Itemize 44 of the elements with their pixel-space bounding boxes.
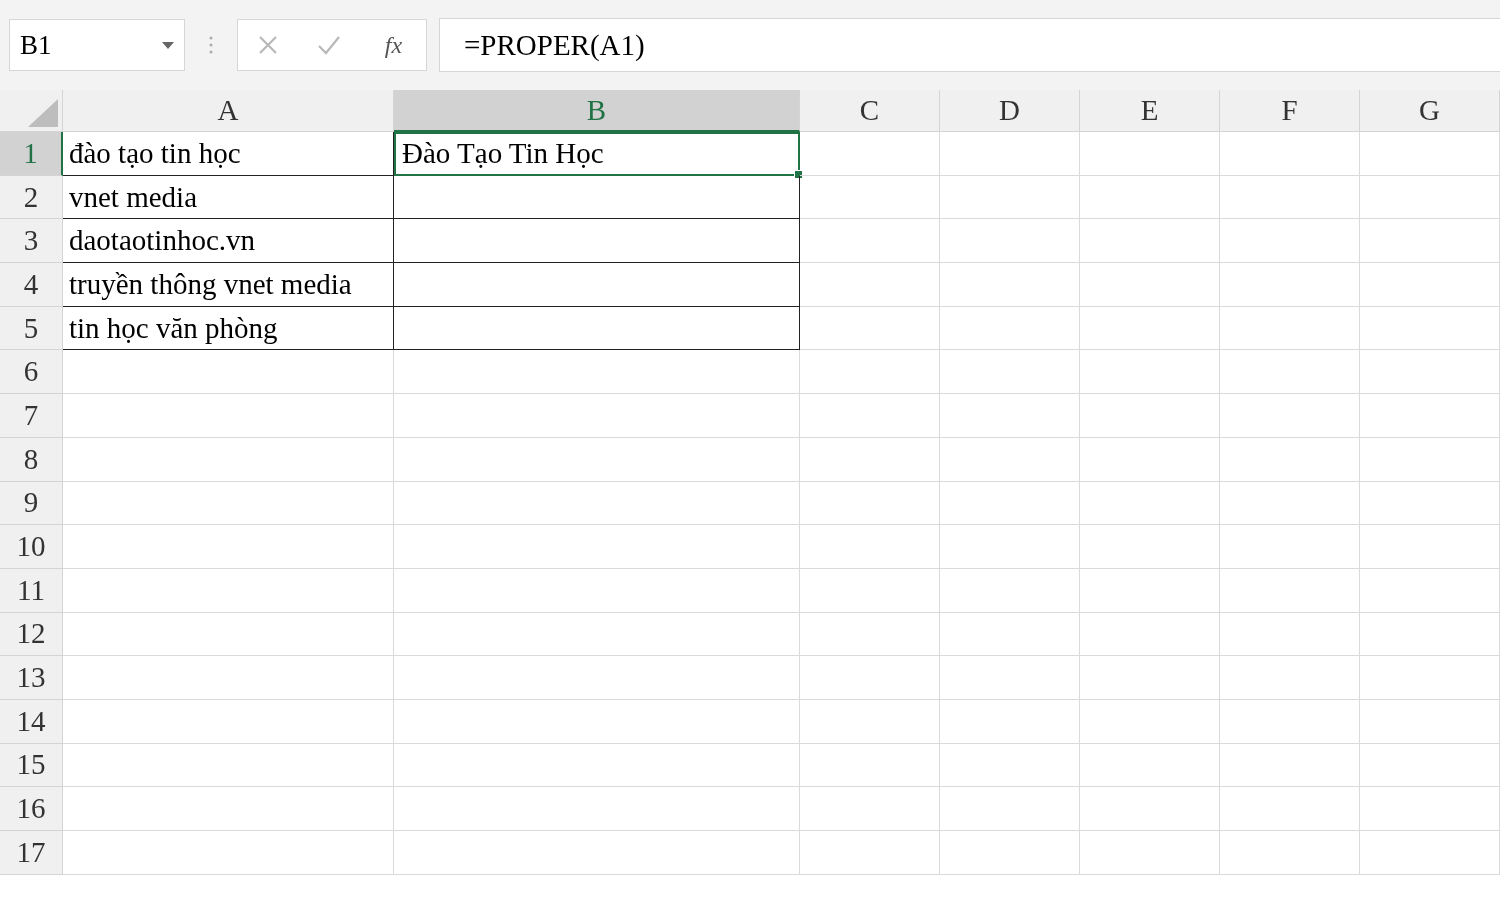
column-header[interactable]: D [940, 90, 1080, 132]
cancel-icon[interactable] [257, 35, 278, 55]
formula-field[interactable]: =PROPER(A1) [439, 18, 1500, 72]
row-header[interactable]: 11 [0, 568, 63, 613]
row-header[interactable]: 8 [0, 437, 63, 482]
check-icon[interactable] [317, 35, 342, 55]
column-header[interactable]: E [1080, 90, 1220, 132]
row-header[interactable]: 4 [0, 263, 63, 307]
row-header[interactable]: 6 [0, 350, 63, 395]
column-header[interactable]: G [1360, 90, 1500, 132]
cell[interactable] [394, 219, 800, 264]
row-header[interactable]: 10 [0, 525, 63, 569]
row-header[interactable]: 3 [0, 219, 63, 264]
column-header[interactable]: F [1220, 90, 1360, 132]
cell[interactable]: truyền thông vnet media [63, 263, 394, 307]
select-all-button[interactable] [0, 90, 63, 132]
active-cell[interactable]: Đào Tạo Tin Học [394, 132, 800, 176]
row-header[interactable]: 5 [0, 306, 63, 351]
row-header[interactable]: 15 [0, 743, 63, 788]
row-header[interactable]: 14 [0, 699, 63, 744]
column-header[interactable]: C [800, 90, 940, 132]
cell[interactable]: daotaotinhoc.vn [63, 219, 394, 264]
row-header[interactable]: 13 [0, 656, 63, 700]
row-header[interactable]: 9 [0, 481, 63, 526]
cell[interactable]: đào tạo tin học [63, 132, 394, 176]
name-box[interactable]: B1 [9, 19, 185, 71]
column-header[interactable]: A [63, 90, 394, 132]
row-header[interactable]: 16 [0, 787, 63, 831]
cell[interactable]: tin học văn phòng [63, 306, 394, 351]
triangle-icon [28, 99, 58, 127]
row-header[interactable]: 12 [0, 612, 63, 657]
insert-function-button[interactable]: fx [380, 31, 407, 59]
drag-handle-icon[interactable] [209, 35, 213, 55]
row-header[interactable]: 2 [0, 175, 63, 220]
cell[interactable] [394, 306, 800, 351]
caret-icon [162, 41, 174, 49]
row-header[interactable]: 1 [0, 132, 63, 176]
cell[interactable]: vnet media [63, 175, 394, 220]
column-header[interactable]: B [394, 90, 800, 132]
cell[interactable] [394, 263, 800, 307]
fill-handle[interactable] [794, 169, 803, 179]
cell[interactable] [394, 175, 800, 220]
row-header[interactable]: 17 [0, 831, 63, 875]
row-header[interactable]: 7 [0, 394, 63, 438]
